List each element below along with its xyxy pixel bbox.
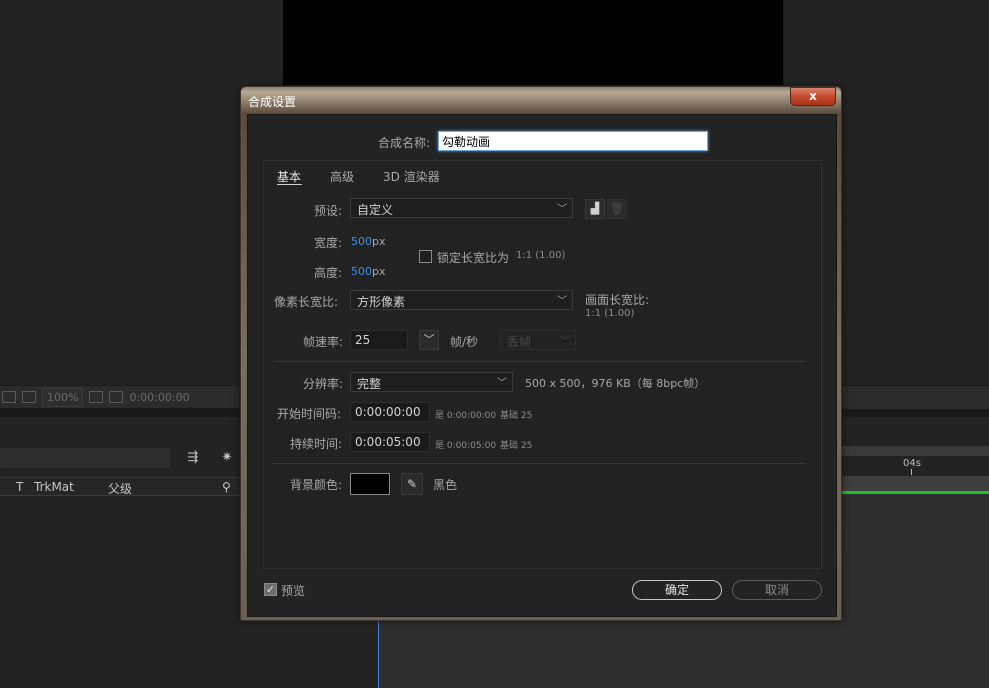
chevron-down-icon: ﹀ (557, 296, 567, 307)
height-value[interactable]: 500 (351, 265, 372, 278)
frame-aspect-value: 1:1 (1.00) (585, 308, 635, 319)
resolution-dropdown[interactable]: 完整 ﹀ (350, 372, 513, 392)
comp-name-input[interactable]: 勾勒动画 (438, 131, 708, 151)
duration-input[interactable]: 0:00:05:00 (350, 432, 430, 452)
chevron-down-icon: ﹀ (560, 336, 570, 347)
preview-label: 预览 (281, 584, 306, 598)
frame-rate-unit: 帧/秒 (450, 335, 479, 349)
pixel-aspect-value: 方形像素 (357, 295, 406, 309)
transparency-grid-icon[interactable] (109, 391, 124, 403)
preset-dropdown[interactable]: 自定义 ﹀ (350, 198, 573, 218)
draft-3d-icon[interactable]: ✷ (218, 450, 236, 466)
lock-aspect-ratio: 1:1 (1.00) (516, 250, 566, 261)
ruler-tick (911, 469, 912, 475)
start-timecode-base: 基础 25 (500, 411, 533, 421)
drop-frame-value: 丢帧 (507, 335, 532, 349)
resolution-label: 分辨率: (303, 377, 344, 391)
timeline-search-input[interactable] (0, 448, 170, 468)
pixel-aspect-label: 像素长宽比: (274, 295, 339, 309)
preset-label: 预设: (314, 204, 343, 218)
start-timecode-label: 开始时间码: (277, 407, 342, 421)
region-icon[interactable] (89, 391, 104, 403)
duration-label: 持续时间: (290, 437, 343, 451)
bg-color-label: 背景颜色: (290, 478, 343, 492)
lock-aspect-checkbox[interactable] (419, 250, 432, 263)
ruler-label: 04s (903, 458, 921, 469)
start-timecode-input[interactable]: 0:00:00:00 (350, 402, 430, 422)
dialog-body: 合成名称: 勾勒动画 基本 高级 3D 渲染器 预设: 自定义 ﹀ ▟ 🗑 宽度… (247, 114, 837, 617)
composition-viewer (283, 0, 783, 85)
duration-base: 基础 25 (500, 441, 533, 451)
start-timecode-is: 是 0:00:00:00 (435, 411, 497, 421)
column-parent[interactable]: 父级 (108, 480, 132, 497)
bg-color-name: 黑色 (433, 478, 458, 492)
right-toolbar (841, 385, 989, 409)
ok-button[interactable]: 确定 (632, 580, 722, 600)
close-button[interactable]: x (790, 87, 836, 106)
separator (273, 361, 806, 362)
column-t: T (16, 480, 24, 494)
width-value[interactable]: 500 (351, 235, 372, 248)
column-trkmat[interactable]: TrkMat (34, 480, 74, 494)
tab-advanced[interactable]: 高级 (330, 168, 354, 185)
active-tab-indicator (277, 184, 302, 185)
timeline-column-header: T TrkMat 父级 ⚲ (0, 477, 245, 496)
lock-aspect-label: 锁定长宽比为 (437, 251, 510, 265)
cancel-button[interactable]: 取消 (732, 580, 822, 600)
duration-is: 是 0:00:05:00 (435, 441, 497, 451)
comp-name-label: 合成名称: (378, 136, 431, 150)
frame-rate-chevron-icon[interactable]: ﹀ (419, 330, 439, 350)
time-ruler[interactable] (841, 446, 989, 456)
composition-settings-dialog: 合成设置 x 合成名称: 勾勒动画 基本 高级 3D 渲染器 预设: 自定义 ﹀… (240, 86, 842, 621)
height-unit: px (372, 265, 386, 278)
dialog-title: 合成设置 (248, 95, 297, 109)
resolution-value: 完整 (357, 377, 382, 391)
height-label: 高度: (314, 266, 343, 280)
playhead[interactable] (378, 620, 379, 688)
chevron-down-icon: ﹀ (497, 378, 507, 389)
viewer-timecode[interactable]: 0:00:00:00 (129, 391, 189, 404)
frame-rate-label: 帧速率: (303, 335, 344, 349)
chevron-down-icon: ﹀ (557, 204, 567, 215)
tab-basic[interactable]: 基本 (277, 168, 301, 185)
frame-aspect-label: 画面长宽比: (585, 293, 650, 307)
frame-rate-input[interactable]: 25 (350, 330, 408, 350)
zoom-dropdown[interactable]: 100% (42, 387, 84, 407)
bg-color-swatch[interactable] (350, 473, 390, 495)
width-unit: px (372, 235, 386, 248)
save-preset-icon[interactable]: ▟ (585, 199, 605, 219)
tab-3d-renderer[interactable]: 3D 渲染器 (383, 168, 440, 185)
eyedropper-icon[interactable]: ✎ (401, 473, 423, 495)
column-pin-icon: ⚲ (222, 480, 231, 494)
settings-tabs-panel: 基本 高级 3D 渲染器 预设: 自定义 ﹀ ▟ 🗑 宽度: 500 px 锁定… (263, 160, 822, 569)
work-area-bar[interactable] (841, 476, 989, 491)
preset-value: 自定义 (357, 203, 394, 217)
width-label: 宽度: (314, 236, 343, 250)
viewer-toolbar: 100% 0:00:00:00 (0, 385, 245, 409)
snapshot-icon[interactable] (2, 391, 16, 403)
composition-flowchart-icon[interactable]: ⇶ (184, 450, 202, 466)
drop-frame-dropdown[interactable]: 丢帧 ﹀ (500, 330, 576, 350)
delete-preset-icon[interactable]: 🗑 (607, 199, 627, 219)
monitor-icon[interactable] (22, 391, 36, 403)
separator (273, 463, 806, 464)
resolution-info: 500 x 500，976 KB（每 8bpc帧） (525, 377, 706, 390)
preview-checkbox[interactable]: ✓ (264, 583, 277, 596)
pixel-aspect-dropdown[interactable]: 方形像素 ﹀ (350, 290, 573, 310)
